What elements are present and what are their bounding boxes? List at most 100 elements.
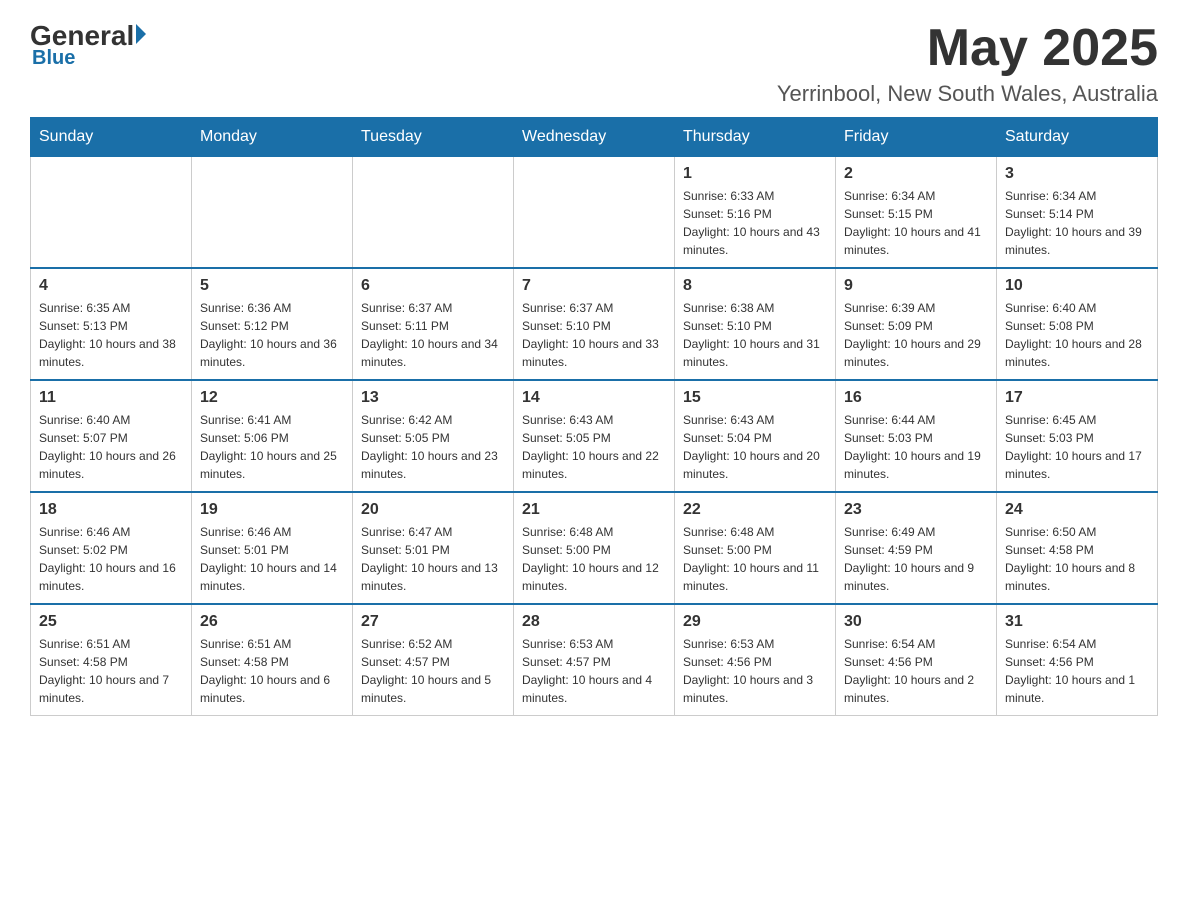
calendar-cell: 4 Sunrise: 6:35 AMSunset: 5:13 PMDaylight… bbox=[31, 268, 192, 380]
logo: General Blue bbox=[30, 20, 146, 70]
day-info: Sunrise: 6:49 AMSunset: 4:59 PMDaylight:… bbox=[844, 523, 988, 595]
page-header: General Blue May 2025 Yerrinbool, New So… bbox=[30, 20, 1158, 107]
calendar-header-saturday: Saturday bbox=[997, 118, 1158, 157]
day-number: 11 bbox=[39, 389, 183, 407]
calendar-header-monday: Monday bbox=[192, 118, 353, 157]
day-number: 23 bbox=[844, 501, 988, 519]
day-number: 6 bbox=[361, 277, 505, 295]
calendar-cell: 21 Sunrise: 6:48 AMSunset: 5:00 PMDayligh… bbox=[514, 492, 675, 604]
calendar-header-row: SundayMondayTuesdayWednesdayThursdayFrid… bbox=[31, 118, 1158, 157]
calendar-cell: 26 Sunrise: 6:51 AMSunset: 4:58 PMDayligh… bbox=[192, 604, 353, 716]
day-info: Sunrise: 6:45 AMSunset: 5:03 PMDaylight:… bbox=[1005, 411, 1149, 483]
calendar-week-row: 18 Sunrise: 6:46 AMSunset: 5:02 PMDayligh… bbox=[31, 492, 1158, 604]
calendar-cell: 25 Sunrise: 6:51 AMSunset: 4:58 PMDayligh… bbox=[31, 604, 192, 716]
calendar-cell: 30Sunrise: 6:54 AMSunset: 4:56 PMDayligh… bbox=[836, 604, 997, 716]
calendar-cell bbox=[514, 157, 675, 269]
day-number: 30 bbox=[844, 613, 988, 631]
calendar-cell: 2 Sunrise: 6:34 AMSunset: 5:15 PMDaylight… bbox=[836, 157, 997, 269]
day-info: Sunrise: 6:51 AMSunset: 4:58 PMDaylight:… bbox=[39, 635, 183, 707]
day-info: Sunrise: 6:46 AMSunset: 5:01 PMDaylight:… bbox=[200, 523, 344, 595]
calendar-cell: 10Sunrise: 6:40 AMSunset: 5:08 PMDayligh… bbox=[997, 268, 1158, 380]
day-number: 14 bbox=[522, 389, 666, 407]
day-info: Sunrise: 6:43 AMSunset: 5:04 PMDaylight:… bbox=[683, 411, 827, 483]
calendar-header-tuesday: Tuesday bbox=[353, 118, 514, 157]
day-number: 19 bbox=[200, 501, 344, 519]
day-number: 26 bbox=[200, 613, 344, 631]
day-info: Sunrise: 6:43 AMSunset: 5:05 PMDaylight:… bbox=[522, 411, 666, 483]
calendar-cell: 24 Sunrise: 6:50 AMSunset: 4:58 PMDayligh… bbox=[997, 492, 1158, 604]
calendar-cell: 17Sunrise: 6:45 AMSunset: 5:03 PMDayligh… bbox=[997, 380, 1158, 492]
calendar-header-wednesday: Wednesday bbox=[514, 118, 675, 157]
logo-triangle-icon bbox=[136, 24, 146, 44]
day-number: 1 bbox=[683, 165, 827, 183]
calendar-cell: 12 Sunrise: 6:41 AMSunset: 5:06 PMDayligh… bbox=[192, 380, 353, 492]
month-title: May 2025 bbox=[777, 20, 1158, 77]
day-number: 24 bbox=[1005, 501, 1149, 519]
calendar-cell: 9Sunrise: 6:39 AMSunset: 5:09 PMDaylight… bbox=[836, 268, 997, 380]
day-info: Sunrise: 6:52 AMSunset: 4:57 PMDaylight:… bbox=[361, 635, 505, 707]
day-info: Sunrise: 6:48 AMSunset: 5:00 PMDaylight:… bbox=[683, 523, 827, 595]
day-number: 7 bbox=[522, 277, 666, 295]
day-number: 15 bbox=[683, 389, 827, 407]
calendar-cell: 5Sunrise: 6:36 AMSunset: 5:12 PMDaylight… bbox=[192, 268, 353, 380]
calendar-week-row: 4 Sunrise: 6:35 AMSunset: 5:13 PMDaylight… bbox=[31, 268, 1158, 380]
day-number: 13 bbox=[361, 389, 505, 407]
day-info: Sunrise: 6:47 AMSunset: 5:01 PMDaylight:… bbox=[361, 523, 505, 595]
calendar-cell bbox=[192, 157, 353, 269]
calendar-cell: 1 Sunrise: 6:33 AMSunset: 5:16 PMDaylight… bbox=[675, 157, 836, 269]
day-info: Sunrise: 6:34 AMSunset: 5:15 PMDaylight:… bbox=[844, 187, 988, 259]
day-number: 28 bbox=[522, 613, 666, 631]
calendar-cell: 8 Sunrise: 6:38 AMSunset: 5:10 PMDaylight… bbox=[675, 268, 836, 380]
day-info: Sunrise: 6:40 AMSunset: 5:07 PMDaylight:… bbox=[39, 411, 183, 483]
calendar-cell: 14 Sunrise: 6:43 AMSunset: 5:05 PMDayligh… bbox=[514, 380, 675, 492]
day-info: Sunrise: 6:37 AMSunset: 5:11 PMDaylight:… bbox=[361, 299, 505, 371]
day-number: 27 bbox=[361, 613, 505, 631]
calendar-cell: 6 Sunrise: 6:37 AMSunset: 5:11 PMDaylight… bbox=[353, 268, 514, 380]
location-subtitle: Yerrinbool, New South Wales, Australia bbox=[777, 81, 1158, 107]
day-info: Sunrise: 6:39 AMSunset: 5:09 PMDaylight:… bbox=[844, 299, 988, 371]
calendar-cell: 23 Sunrise: 6:49 AMSunset: 4:59 PMDayligh… bbox=[836, 492, 997, 604]
calendar-cell: 16 Sunrise: 6:44 AMSunset: 5:03 PMDayligh… bbox=[836, 380, 997, 492]
day-number: 4 bbox=[39, 277, 183, 295]
day-number: 3 bbox=[1005, 165, 1149, 183]
day-number: 29 bbox=[683, 613, 827, 631]
day-number: 25 bbox=[39, 613, 183, 631]
day-info: Sunrise: 6:44 AMSunset: 5:03 PMDaylight:… bbox=[844, 411, 988, 483]
day-number: 22 bbox=[683, 501, 827, 519]
day-info: Sunrise: 6:53 AMSunset: 4:57 PMDaylight:… bbox=[522, 635, 666, 707]
day-info: Sunrise: 6:37 AMSunset: 5:10 PMDaylight:… bbox=[522, 299, 666, 371]
day-info: Sunrise: 6:50 AMSunset: 4:58 PMDaylight:… bbox=[1005, 523, 1149, 595]
day-number: 21 bbox=[522, 501, 666, 519]
calendar-cell: 19 Sunrise: 6:46 AMSunset: 5:01 PMDayligh… bbox=[192, 492, 353, 604]
calendar-cell: 13Sunrise: 6:42 AMSunset: 5:05 PMDayligh… bbox=[353, 380, 514, 492]
day-info: Sunrise: 6:36 AMSunset: 5:12 PMDaylight:… bbox=[200, 299, 344, 371]
day-number: 18 bbox=[39, 501, 183, 519]
day-number: 31 bbox=[1005, 613, 1149, 631]
day-info: Sunrise: 6:48 AMSunset: 5:00 PMDaylight:… bbox=[522, 523, 666, 595]
calendar-cell: 7 Sunrise: 6:37 AMSunset: 5:10 PMDaylight… bbox=[514, 268, 675, 380]
day-info: Sunrise: 6:33 AMSunset: 5:16 PMDaylight:… bbox=[683, 187, 827, 259]
calendar-cell: 15 Sunrise: 6:43 AMSunset: 5:04 PMDayligh… bbox=[675, 380, 836, 492]
calendar-cell: 31Sunrise: 6:54 AMSunset: 4:56 PMDayligh… bbox=[997, 604, 1158, 716]
day-number: 16 bbox=[844, 389, 988, 407]
logo-blue-text: Blue bbox=[32, 47, 75, 70]
day-number: 8 bbox=[683, 277, 827, 295]
calendar-table: SundayMondayTuesdayWednesdayThursdayFrid… bbox=[30, 117, 1158, 716]
calendar-header-friday: Friday bbox=[836, 118, 997, 157]
day-info: Sunrise: 6:41 AMSunset: 5:06 PMDaylight:… bbox=[200, 411, 344, 483]
calendar-week-row: 11 Sunrise: 6:40 AMSunset: 5:07 PMDayligh… bbox=[31, 380, 1158, 492]
day-info: Sunrise: 6:51 AMSunset: 4:58 PMDaylight:… bbox=[200, 635, 344, 707]
calendar-header-thursday: Thursday bbox=[675, 118, 836, 157]
calendar-cell: 20Sunrise: 6:47 AMSunset: 5:01 PMDayligh… bbox=[353, 492, 514, 604]
calendar-cell: 11 Sunrise: 6:40 AMSunset: 5:07 PMDayligh… bbox=[31, 380, 192, 492]
day-info: Sunrise: 6:46 AMSunset: 5:02 PMDaylight:… bbox=[39, 523, 183, 595]
calendar-cell: 3 Sunrise: 6:34 AMSunset: 5:14 PMDaylight… bbox=[997, 157, 1158, 269]
day-info: Sunrise: 6:34 AMSunset: 5:14 PMDaylight:… bbox=[1005, 187, 1149, 259]
calendar-cell bbox=[353, 157, 514, 269]
day-info: Sunrise: 6:40 AMSunset: 5:08 PMDaylight:… bbox=[1005, 299, 1149, 371]
day-number: 12 bbox=[200, 389, 344, 407]
day-number: 2 bbox=[844, 165, 988, 183]
day-info: Sunrise: 6:38 AMSunset: 5:10 PMDaylight:… bbox=[683, 299, 827, 371]
day-info: Sunrise: 6:35 AMSunset: 5:13 PMDaylight:… bbox=[39, 299, 183, 371]
calendar-cell: 18 Sunrise: 6:46 AMSunset: 5:02 PMDayligh… bbox=[31, 492, 192, 604]
